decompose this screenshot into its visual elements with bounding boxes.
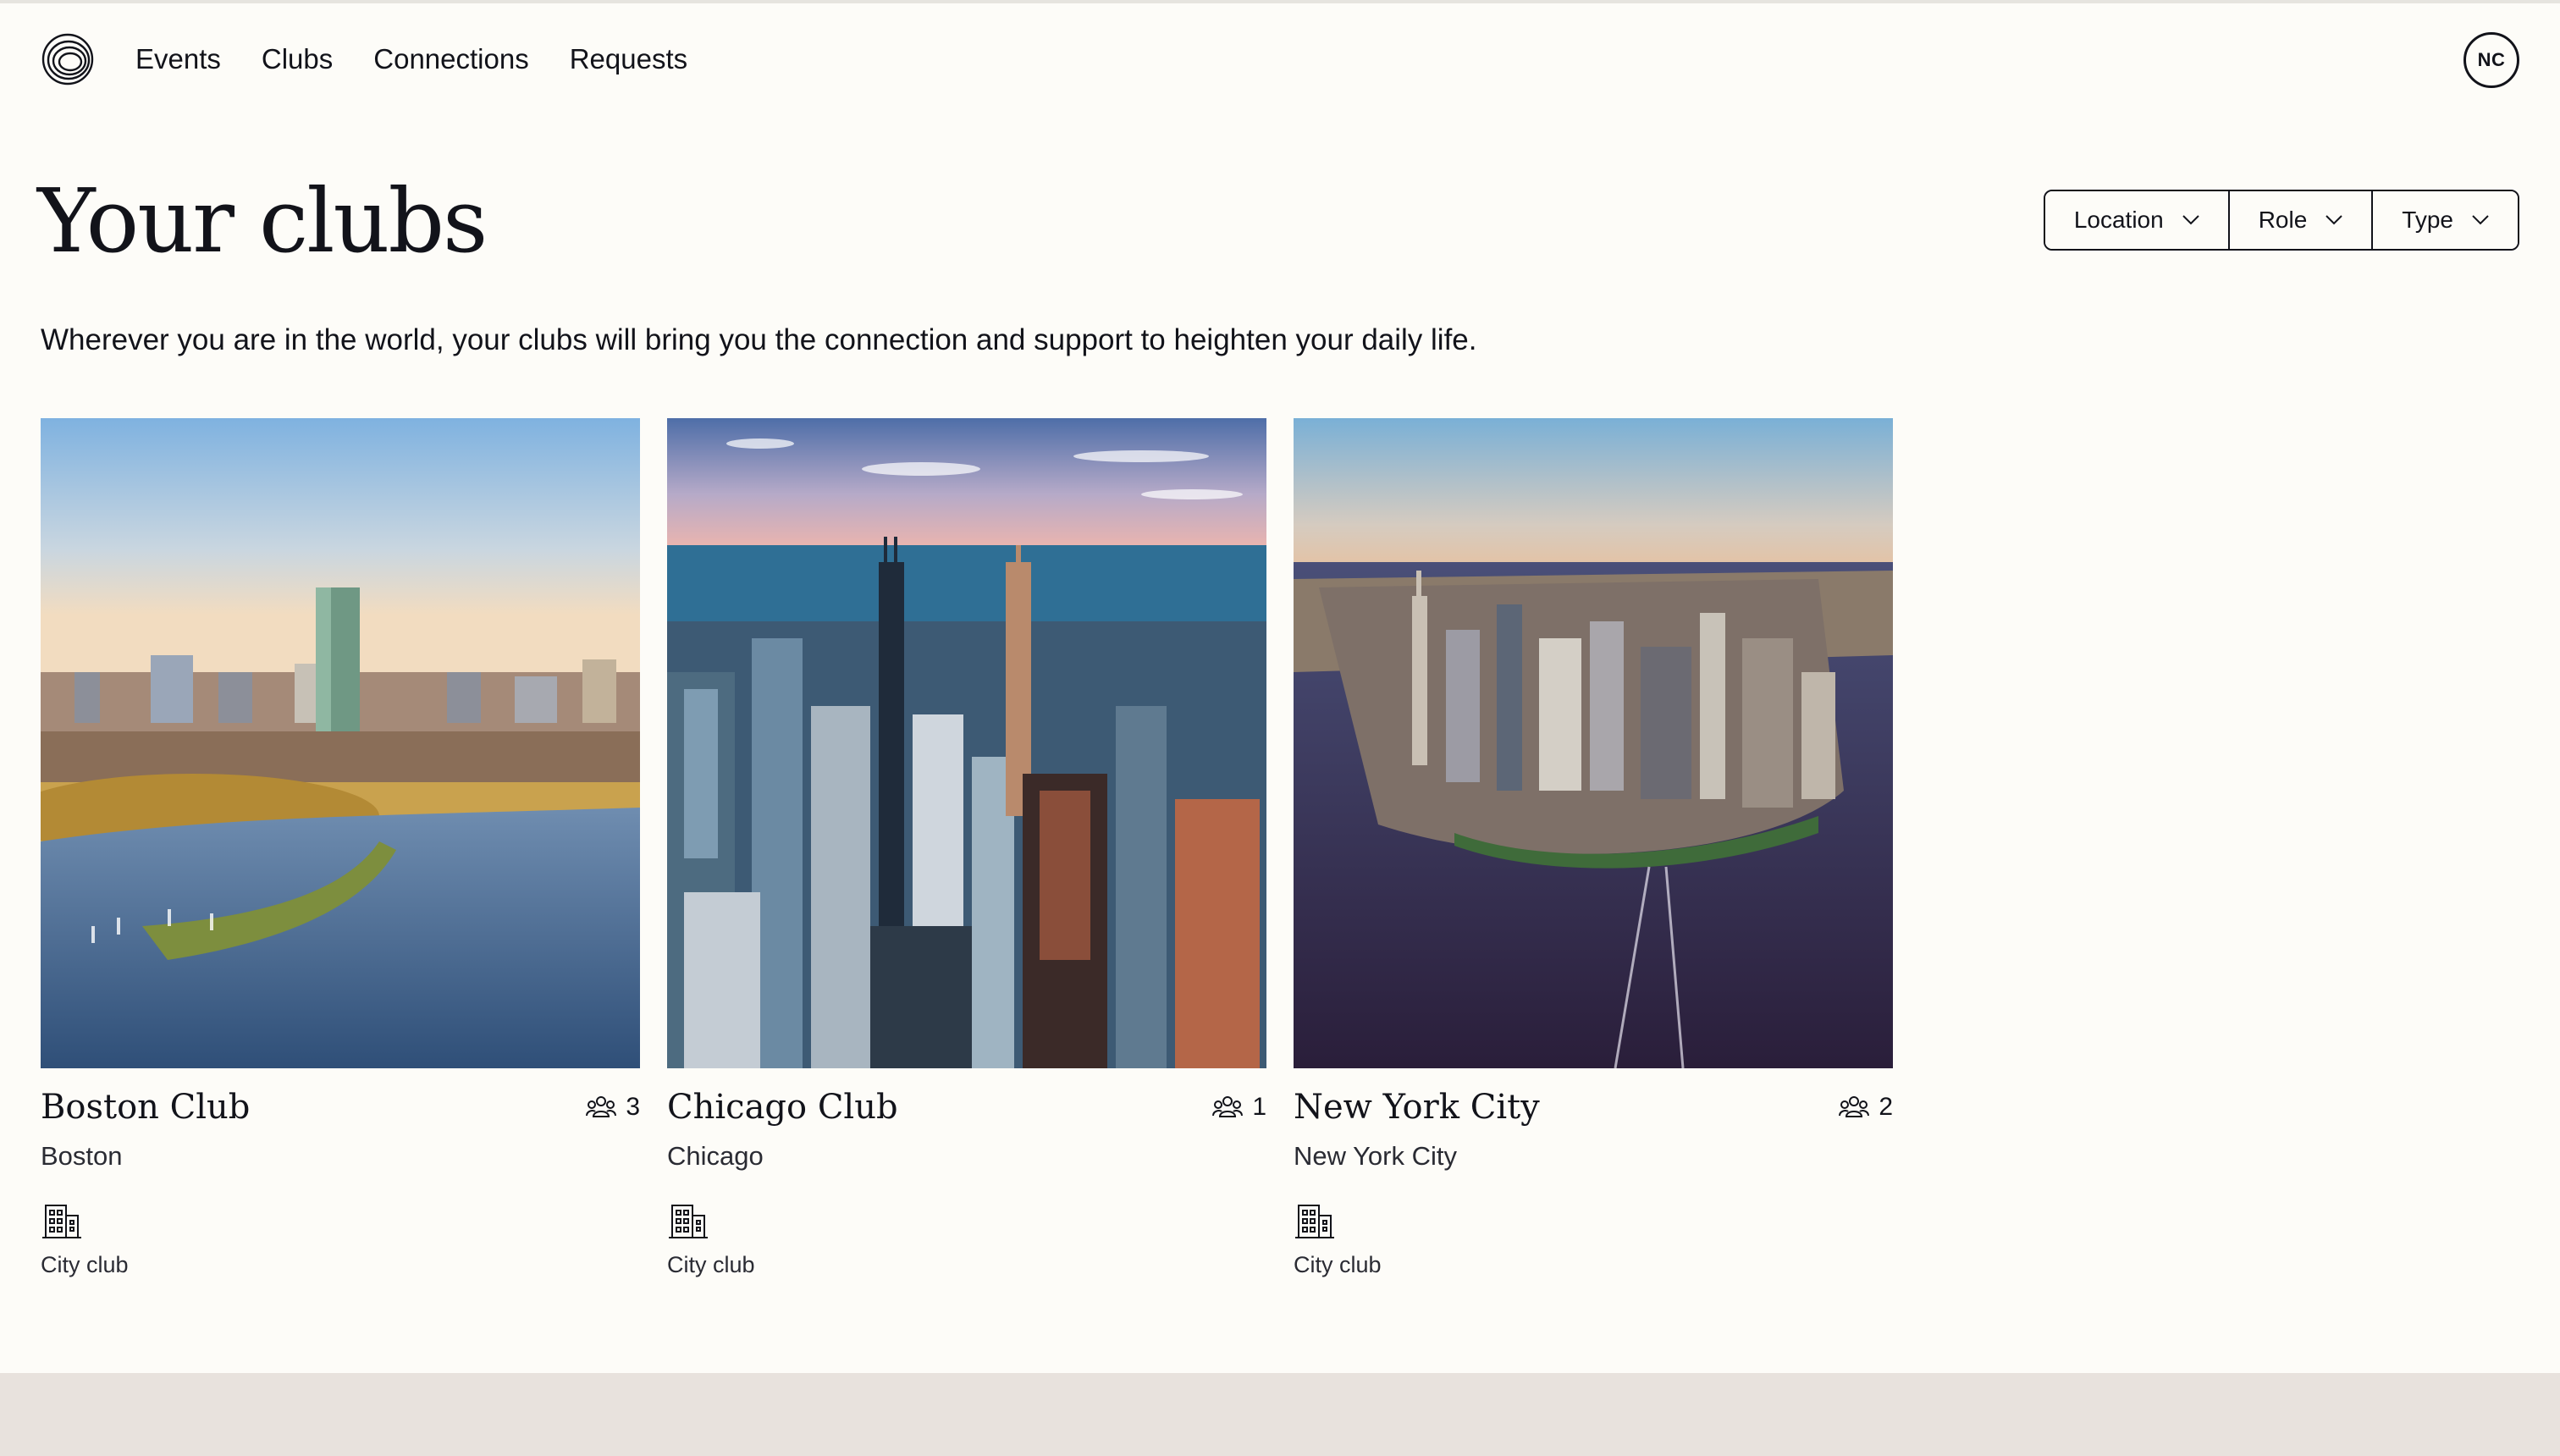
club-city: Chicago [667,1141,764,1171]
member-count: 3 [585,1093,640,1122]
club-card-boston[interactable]: Boston Club 3 Boston City club [41,418,640,1278]
nav-events[interactable]: Events [135,42,221,76]
page-subtitle: Wherever you are in the world, your club… [41,323,1477,356]
members-icon [586,1096,617,1117]
club-name: Chicago Club [667,1088,898,1127]
nav-clubs[interactable]: Clubs [262,42,333,76]
new-york-skyline-image [1294,418,1893,1068]
club-card-chicago[interactable]: Chicago Club 1 Chicago City club [667,418,1266,1278]
location-filter-label: Location [2073,207,2164,233]
building-icon [669,1205,708,1238]
club-type: City club [1294,1252,1382,1277]
club-type: City club [667,1252,755,1277]
page-title: Your clubs [37,169,488,273]
location-filter[interactable]: Location [2044,191,2230,249]
type-filter[interactable]: Type [2373,191,2518,249]
building-icon [1295,1205,1334,1238]
nav-requests[interactable]: Requests [570,42,687,76]
member-count: 2 [1838,1093,1893,1122]
member-count-value: 1 [1252,1093,1266,1121]
filter-group: Location Role Type [2043,190,2519,251]
club-name: New York City [1294,1088,1540,1127]
nav-connections[interactable]: Connections [373,42,528,76]
building-icon [42,1205,81,1238]
role-filter-label: Role [2258,207,2308,233]
club-type: City club [41,1252,129,1277]
chevron-down-icon [2472,215,2489,225]
club-city: Boston [41,1141,123,1171]
logo-icon[interactable] [41,32,95,86]
boston-skyline-image [41,418,640,1068]
member-count-value: 3 [626,1093,640,1121]
members-icon [1839,1096,1870,1117]
avatar[interactable]: NC [2463,32,2519,88]
club-name: Boston Club [41,1088,251,1127]
header: Events Clubs Connections Requests NC [0,3,2560,115]
footer-band [0,1373,2560,1456]
chicago-skyline-image [667,418,1266,1068]
chevron-down-icon [2182,215,2199,225]
role-filter[interactable]: Role [2229,191,2374,249]
type-filter-label: Type [2402,207,2453,233]
club-card-new-york[interactable]: New York City 2 New York City City club [1294,418,1893,1278]
members-icon [1212,1096,1244,1117]
chevron-down-icon [2326,215,2343,225]
club-list: Boston Club 3 Boston City club Chicago C… [41,418,1893,1278]
main-nav: Events Clubs Connections Requests [135,42,687,76]
member-count: 1 [1211,1093,1266,1122]
member-count-value: 2 [1879,1093,1893,1121]
club-city: New York City [1294,1141,1457,1171]
